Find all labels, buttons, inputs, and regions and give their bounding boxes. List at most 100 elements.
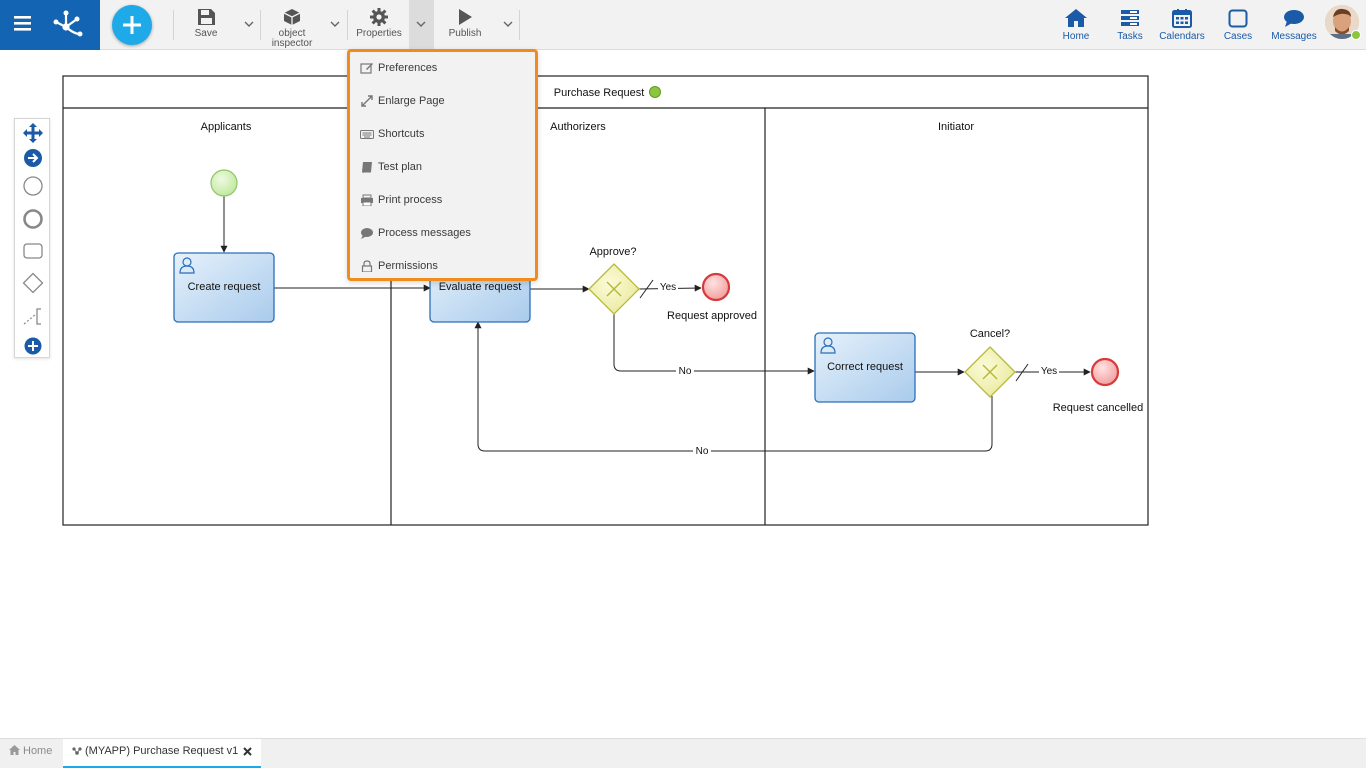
save-dropdown-chevron-icon[interactable]	[243, 18, 255, 30]
properties-dropdown-menu: Preferences Enlarge Page Shortcuts Test …	[347, 49, 538, 281]
end-event-circle	[1090, 357, 1120, 387]
network-process-icon	[72, 747, 82, 755]
connector-tool-icon[interactable]	[22, 147, 44, 169]
close-icon[interactable]	[243, 747, 252, 756]
plus-icon	[123, 16, 141, 34]
tab-home[interactable]: Home	[0, 739, 62, 768]
tab-process[interactable]: (MYAPP) Purchase Request v1	[63, 739, 261, 768]
move-tool-icon[interactable]	[22, 122, 44, 144]
properties-button[interactable]: Properties	[352, 0, 406, 50]
task-correct-request[interactable]: Correct request	[814, 332, 916, 403]
properties-label: Properties	[356, 28, 402, 39]
nav-tasks-label: Tasks	[1117, 31, 1143, 42]
nav-calendars[interactable]: Calendars	[1157, 0, 1207, 50]
task-label: Evaluate request	[439, 281, 522, 293]
chevron-down-icon	[416, 21, 426, 27]
menu-item-permissions[interactable]: Permissions	[358, 256, 528, 276]
nav-cases[interactable]: Cases	[1222, 0, 1254, 50]
menu-item-label: Shortcuts	[378, 128, 425, 140]
end-event-label: Request approved	[667, 310, 757, 322]
add-button[interactable]	[112, 5, 152, 45]
toolbar-separator	[173, 10, 174, 40]
app-logo[interactable]	[44, 0, 100, 50]
cube-icon	[283, 9, 301, 25]
cases-square-icon	[1228, 9, 1248, 28]
menu-item-preferences[interactable]: Preferences	[358, 58, 528, 78]
task-label: Correct request	[827, 361, 903, 373]
publish-dropdown-chevron-icon[interactable]	[502, 18, 514, 30]
floppy-disk-icon	[198, 9, 215, 25]
menu-item-process-messages[interactable]: Process messages	[358, 223, 528, 243]
calendar-icon	[1172, 9, 1192, 28]
process-diagram-canvas[interactable]: Purchase Request Applicants Authorizers …	[0, 50, 1366, 740]
keyboard-icon	[360, 130, 374, 139]
speech-bubble-icon	[1284, 10, 1304, 27]
top-toolbar: Save object inspector Properties Publish…	[0, 0, 1366, 50]
hamburger-icon	[14, 16, 31, 31]
toolbar-separator	[519, 10, 520, 40]
tab-process-label: (MYAPP) Purchase Request v1	[85, 745, 239, 757]
nav-cases-label: Cases	[1223, 31, 1253, 42]
menu-item-label: Permissions	[378, 260, 438, 272]
menu-item-enlarge-page[interactable]: Enlarge Page	[358, 91, 528, 111]
gateway-tool-icon[interactable]	[22, 272, 44, 294]
task-create-request[interactable]: Create request	[173, 252, 275, 323]
play-icon	[459, 9, 472, 25]
nav-messages-label: Messages	[1271, 31, 1317, 42]
menu-item-test-plan[interactable]: Test plan	[358, 157, 528, 177]
menu-item-print-process[interactable]: Print process	[358, 190, 528, 210]
end-event-label: Request cancelled	[1053, 402, 1144, 414]
app-window: Save object inspector Properties Publish…	[0, 0, 1366, 768]
toolbar-separator	[260, 10, 261, 40]
tasks-list-icon	[1121, 10, 1139, 26]
object-inspector-button[interactable]: object inspector	[266, 0, 318, 50]
tab-home-label: Home	[23, 745, 53, 757]
nav-tasks[interactable]: Tasks	[1114, 0, 1146, 50]
gateway-label: Cancel?	[970, 328, 1010, 340]
menu-item-shortcuts[interactable]: Shortcuts	[358, 124, 528, 144]
gear-icon	[370, 8, 388, 26]
nav-home-label: Home	[1062, 31, 1090, 42]
menu-item-label: Preferences	[378, 62, 438, 74]
pool-status-dot	[649, 86, 661, 98]
task-label: Create request	[188, 281, 261, 293]
bottom-tab-bar: Home (MYAPP) Purchase Request v1	[0, 738, 1366, 768]
lock-icon	[361, 260, 373, 272]
start-event[interactable]	[210, 169, 238, 197]
annotation-tool-icon[interactable]	[22, 305, 44, 327]
house-icon	[9, 745, 20, 755]
task-tool-icon[interactable]	[22, 240, 44, 262]
nav-messages[interactable]: Messages	[1270, 0, 1318, 50]
menu-item-label: Enlarge Page	[378, 95, 445, 107]
comment-icon	[361, 228, 373, 239]
flow-label-no: No	[696, 446, 709, 457]
pool-title: Purchase Request	[554, 87, 645, 99]
shape-palette	[14, 118, 50, 358]
flow-label-no: No	[679, 366, 692, 377]
online-status-dot	[1351, 30, 1361, 40]
lane-authorizers-title: Authorizers	[550, 121, 606, 133]
menu-item-label: Process messages	[378, 227, 471, 239]
gateway-label: Approve?	[589, 246, 636, 258]
publish-label: Publish	[448, 28, 482, 39]
network-logo-icon	[53, 10, 83, 37]
nav-calendars-label: Calendars	[1159, 31, 1205, 42]
house-icon	[1065, 9, 1087, 27]
lane-applicants-title: Applicants	[201, 121, 252, 133]
end-event-circle	[701, 272, 731, 302]
object-inspector-dropdown-chevron-icon[interactable]	[329, 18, 341, 30]
menu-item-label: Print process	[378, 194, 443, 206]
more-shapes-plus-icon[interactable]	[22, 335, 44, 357]
end-event-tool-icon[interactable]	[22, 208, 44, 230]
save-label: Save	[194, 28, 218, 39]
toolbar-separator	[347, 10, 348, 40]
book-icon	[362, 162, 372, 173]
start-event-tool-icon[interactable]	[22, 175, 44, 197]
printer-icon	[361, 194, 373, 206]
properties-dropdown-toggle[interactable]	[409, 0, 434, 50]
nav-home[interactable]: Home	[1058, 0, 1094, 50]
lane-initiator-title: Initiator	[938, 121, 974, 133]
save-button[interactable]: Save	[186, 0, 226, 50]
hamburger-menu-button[interactable]	[0, 0, 44, 50]
publish-button[interactable]: Publish	[442, 0, 488, 50]
